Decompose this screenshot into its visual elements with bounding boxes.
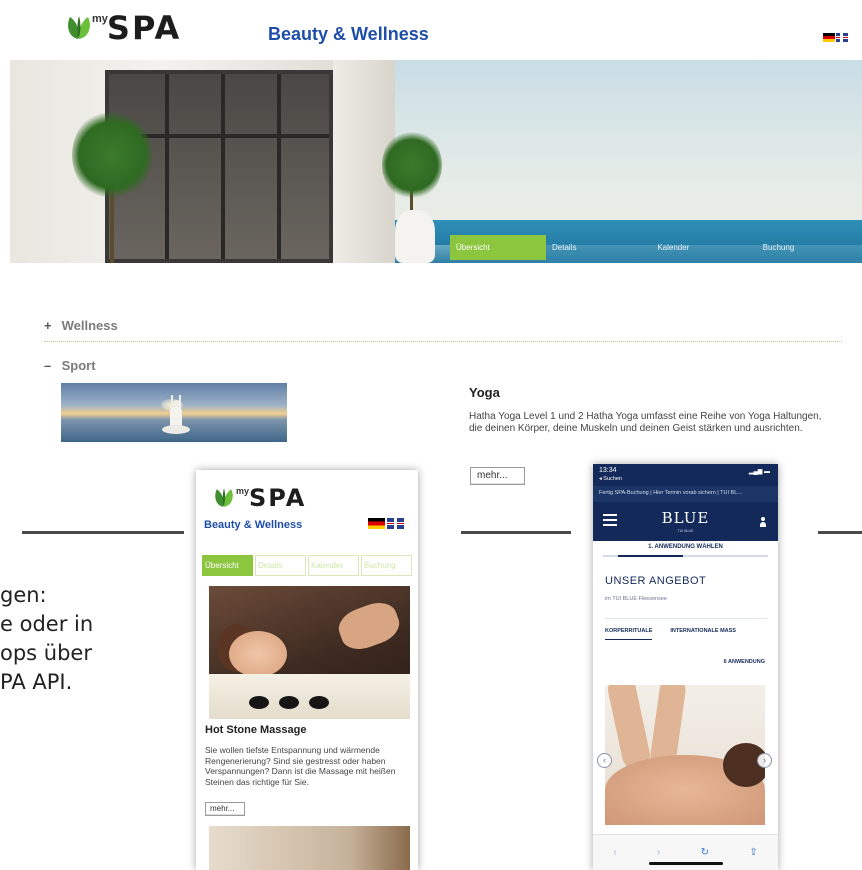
more-button[interactable]: mehr... (205, 802, 245, 816)
share-icon[interactable]: ⇪ (749, 847, 757, 858)
german-flag-icon[interactable] (823, 33, 835, 42)
massage-image (605, 685, 765, 825)
accordion-wellness-label: Wellness (61, 318, 118, 333)
browser-back-icon[interactable]: ‹ (613, 847, 616, 858)
german-flag-icon[interactable] (368, 518, 385, 529)
status-time: 13:34 (599, 467, 617, 474)
logo-my-text: my (92, 13, 108, 25)
expand-plus-icon: + (44, 318, 52, 333)
tab-details[interactable]: Details (546, 235, 651, 260)
myspa-mobile-logo[interactable]: my SPA (212, 484, 306, 512)
section-heading: UNSER ANGEBOT (605, 575, 707, 587)
yoga-image (61, 383, 287, 442)
reload-icon[interactable]: ↻ (701, 847, 709, 858)
tab-kalender[interactable]: Kalender (651, 235, 756, 260)
browser-forward-icon[interactable]: › (657, 847, 660, 858)
category-tab-koerperrituale[interactable]: KÖRPERRITUALE (605, 628, 653, 640)
slide-divider-right (818, 531, 862, 534)
myspa-logo[interactable]: my SPA (64, 9, 182, 47)
signal-battery-icon: ▂▄▆ ▬ (748, 469, 770, 475)
carousel-prev-icon[interactable]: ‹ (597, 753, 612, 768)
offer-description: Hatha Yoga Level 1 und 2 Hatha Yoga umfa… (469, 411, 822, 434)
browser-url-bar[interactable]: Fertig SPA-Buchung | Hier Termin vorab s… (593, 486, 778, 502)
accordion-sport-label: Sport (61, 358, 96, 373)
carousel-next-icon[interactable]: › (757, 753, 772, 768)
offer-description: Sie wollen tiefste Entspannung und wärme… (205, 745, 396, 787)
tab-uebersicht[interactable]: Übersicht (202, 555, 253, 576)
caption-line: ops über (0, 641, 92, 665)
logo-spa-text: SPA (106, 9, 182, 47)
hot-stone-image (209, 586, 410, 719)
phone-myspa-mobile: my SPA Beauty & Wellness Übersicht Detai… (196, 470, 418, 870)
user-account-icon[interactable] (760, 517, 766, 527)
caption-line: gen: (0, 583, 47, 607)
ios-status-bar: 13:34 ◂ Suchen ▂▄▆ ▬ (593, 464, 778, 486)
accordion-sport[interactable]: – Sport (44, 358, 96, 373)
british-flag-icon[interactable] (387, 518, 404, 529)
next-offer-image (209, 826, 410, 870)
phone-tui-app: 13:34 ◂ Suchen ▂▄▆ ▬ Fertig SPA-Buchung … (593, 464, 778, 870)
offer-title: Yoga (469, 385, 500, 400)
tab-buchung[interactable]: Buchung (757, 235, 862, 260)
hero-image (10, 60, 862, 263)
tab-buchung[interactable]: Buchung (361, 555, 412, 576)
slide-divider-middle (461, 531, 571, 534)
caption-line: PA API. (0, 670, 73, 694)
slide-divider-left (22, 531, 184, 534)
hero-tab-bar: Übersicht Details Kalender Buchung (450, 235, 862, 260)
tui-blue-logo[interactable]: BLUE (593, 509, 778, 527)
tui-nav-bar: BLUE TUI BLUE (593, 502, 778, 541)
leaf-logo-icon (215, 488, 233, 507)
divider (605, 618, 767, 619)
language-switcher (823, 33, 848, 42)
mobile-tab-bar: Übersicht Details Kalender Buchung (202, 555, 412, 576)
tab-uebersicht[interactable]: Übersicht (450, 235, 546, 260)
tui-blue-logo-subtitle: TUI BLUE (677, 529, 694, 533)
accordion-wellness[interactable]: + Wellness (44, 318, 118, 333)
accordion-divider (44, 341, 842, 342)
offer-title: Hot Stone Massage (205, 724, 307, 736)
more-button[interactable]: mehr... (470, 467, 525, 485)
mobile-tagline: Beauty & Wellness (204, 519, 303, 531)
home-indicator (649, 862, 723, 865)
logo-spa-text: SPA (249, 484, 307, 512)
page-tagline: Beauty & Wellness (268, 24, 429, 44)
booking-step-label: 1. ANWENDUNG WÄHLEN (648, 544, 723, 550)
british-flag-icon[interactable] (836, 33, 848, 42)
location-label: im TUI BLUE Fleesensee (605, 596, 667, 602)
tab-details[interactable]: Details (255, 555, 306, 576)
treatment-count: 6 ANWENDUNG (723, 659, 765, 665)
booking-step-progress (603, 555, 768, 557)
tab-kalender[interactable]: Kalender (308, 555, 359, 576)
slide-caption: gen: e oder in ops über PA API. (0, 581, 93, 697)
mobile-language-switcher (368, 518, 404, 529)
collapse-minus-icon: – (44, 358, 52, 373)
back-to-search-link[interactable]: ◂ Suchen (599, 476, 622, 482)
leaf-logo-icon (68, 16, 90, 39)
caption-line: e oder in (0, 612, 94, 636)
category-tabs: KÖRPERRITUALE INTERNATIONALE MASS (605, 628, 775, 644)
logo-my-text: my (236, 486, 250, 496)
category-tab-internationale-massagen[interactable]: INTERNATIONALE MASS (670, 628, 736, 644)
